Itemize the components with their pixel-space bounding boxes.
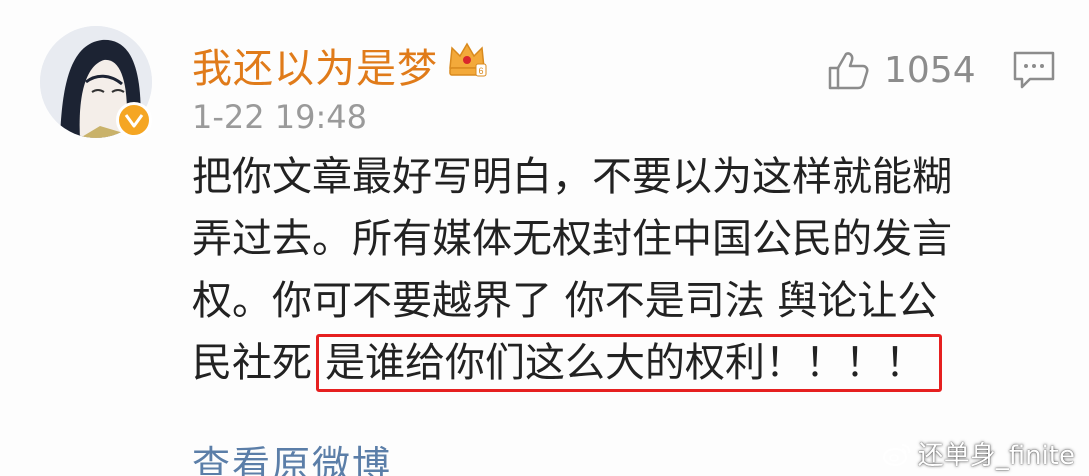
crown-icon[interactable]: 6 <box>446 38 488 80</box>
svg-text:6: 6 <box>478 66 483 76</box>
like-count: 1054 <box>884 49 976 91</box>
thumbs-up-icon <box>828 52 869 90</box>
weibo-icon <box>882 443 910 466</box>
comment-line: 权。你可不要越界了 你不是司法 舆论让公 <box>192 278 938 324</box>
comment-icon[interactable] <box>1012 50 1056 90</box>
verified-badge-icon <box>116 102 152 138</box>
comment-card: 我还以为是梦 6 1-22 19:48 1054 把你文章最好写明白，不要以为这… <box>0 0 1089 476</box>
comment-line: 把你文章最好写明白，不要以为这样就能糊 <box>192 154 952 200</box>
watermark: 还单身_finite <box>882 435 1075 472</box>
username[interactable]: 我还以为是梦 <box>192 36 438 94</box>
watermark-text: 还单身_finite <box>917 441 1075 471</box>
timestamp: 1-22 19:48 <box>192 98 368 136</box>
highlighted-text: 是谁给你们这么大的权利！！！！ <box>316 334 942 392</box>
comment-line-last: 民社死 是谁给你们这么大的权利！！！！ <box>192 332 1032 394</box>
view-original-link[interactable]: 查看原微博 <box>192 434 392 476</box>
comment-line-prefix: 民社死 <box>192 340 312 386</box>
like-button[interactable]: 1054 <box>826 48 976 92</box>
comment-line: 弄过去。所有媒体无权封住中国公民的发言 <box>192 216 952 262</box>
comment-text: 把你文章最好写明白，不要以为这样就能糊 弄过去。所有媒体无权封住中国公民的发言 … <box>192 146 1032 394</box>
